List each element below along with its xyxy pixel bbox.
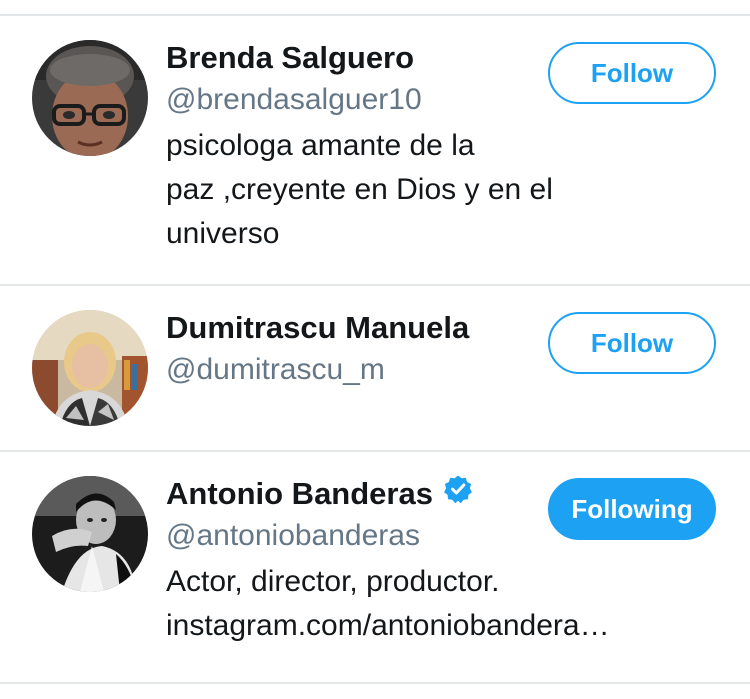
- user-bio-line: universo: [166, 217, 280, 250]
- user-handle: @brendasalguer10: [166, 83, 422, 116]
- user-name-container: Antonio Banderas: [166, 474, 473, 515]
- user-handle: @antoniobanderas: [166, 519, 420, 552]
- user-row-antonio-banderas[interactable]: Antonio Banderas @antoniobanderas Actor,…: [0, 452, 750, 682]
- user-name[interactable]: Antonio Banderas: [166, 476, 433, 511]
- user-handle: @dumitrascu_m: [166, 353, 385, 386]
- avatar[interactable]: [32, 310, 148, 426]
- user-bio-line: psicologa amante de la: [166, 129, 475, 162]
- user-row-brenda-salguero[interactable]: Brenda Salguero @brendasalguer10 psicolo…: [0, 16, 750, 284]
- avatar[interactable]: [32, 476, 148, 592]
- user-name[interactable]: Dumitrascu Manuela: [166, 310, 469, 346]
- user-name[interactable]: Brenda Salguero: [166, 40, 414, 76]
- avatar[interactable]: [32, 40, 148, 156]
- user-bio-line: paz ,creyente en Dios y en el: [166, 173, 553, 206]
- follow-button[interactable]: Follow: [548, 312, 716, 374]
- follow-button[interactable]: Follow: [548, 42, 716, 104]
- divider: [0, 682, 750, 684]
- user-row-dumitrascu-manuela[interactable]: Dumitrascu Manuela @dumitrascu_m Follow: [0, 286, 750, 450]
- following-button[interactable]: Following: [548, 478, 716, 540]
- user-bio-line: Actor, director, productor.: [166, 565, 500, 598]
- user-bio-link[interactable]: instagram.com/antoniobandera…: [166, 604, 610, 648]
- verified-badge-icon: [443, 474, 473, 512]
- user-list: Brenda Salguero @brendasalguer10 psicolo…: [0, 0, 750, 699]
